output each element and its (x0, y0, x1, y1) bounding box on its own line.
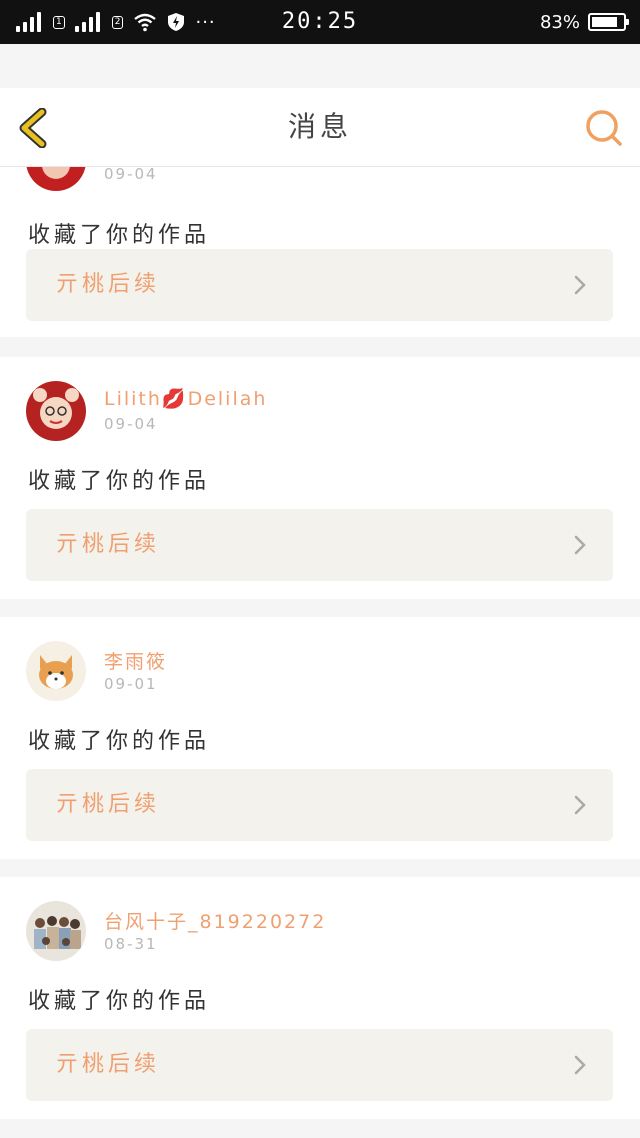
message-action-text: 收藏了你的作品 (28, 469, 211, 494)
avatar[interactable] (26, 167, 86, 191)
battery-fill (592, 17, 617, 27)
avatar[interactable] (26, 901, 86, 961)
work-title: 亓桃后续 (56, 1052, 161, 1077)
work-title: 亓桃后续 (56, 792, 161, 817)
message-list[interactable]: 09-04 收藏了你的作品 亓桃后续 Lilith💋Delilah 09-04 … (0, 167, 640, 1138)
work-link[interactable]: 亓桃后续 (26, 769, 613, 841)
message-action-text: 收藏了你的作品 (28, 989, 211, 1014)
avatar[interactable] (26, 641, 86, 701)
message-item: 李雨筱 09-01 收藏了你的作品 亓桃后续 (0, 617, 640, 859)
work-title: 亓桃后续 (56, 272, 161, 297)
work-link[interactable]: 亓桃后续 (26, 249, 613, 321)
message-date: 09-04 (104, 167, 158, 183)
message-item: Lilith💋Delilah 09-04 收藏了你的作品 亓桃后续 (0, 357, 640, 599)
status-bar: 1 2 ··· 20:25 83% (0, 0, 640, 44)
battery-percent: 83% (539, 11, 580, 33)
message-date: 08-31 (104, 935, 158, 953)
message-header: 李雨筱 09-01 (26, 641, 614, 705)
message-action-text: 收藏了你的作品 (28, 729, 211, 754)
message-header: 09-04 (26, 167, 614, 195)
username[interactable]: 李雨筱 (104, 647, 167, 674)
message-action-text: 收藏了你的作品 (28, 223, 211, 248)
chevron-right-icon (574, 795, 586, 815)
search-icon[interactable] (584, 108, 624, 148)
work-link[interactable]: 亓桃后续 (26, 1029, 613, 1101)
message-header: 台风十子_819220272 08-31 (26, 901, 614, 965)
battery-icon (588, 13, 629, 31)
avatar[interactable] (26, 381, 86, 441)
chevron-right-icon (574, 1055, 586, 1075)
username[interactable]: Lilith💋Delilah (104, 387, 267, 410)
message-item: 09-04 收藏了你的作品 亓桃后续 (0, 167, 640, 337)
message-date: 09-04 (104, 415, 158, 433)
message-item: 台风十子_819220272 08-31 收藏了你的作品 亓桃后续 (0, 877, 640, 1119)
work-title: 亓桃后续 (56, 532, 161, 557)
chevron-right-icon (574, 275, 586, 295)
status-bar-right: 83% (539, 0, 629, 44)
page-title: 消息 (287, 110, 352, 143)
message-header: Lilith💋Delilah 09-04 (26, 381, 614, 445)
work-link[interactable]: 亓桃后续 (26, 509, 613, 581)
username[interactable]: 台风十子_819220272 (104, 907, 326, 934)
header-bar: 消息 (0, 88, 640, 167)
chevron-right-icon (574, 535, 586, 555)
message-date: 09-01 (104, 675, 158, 693)
